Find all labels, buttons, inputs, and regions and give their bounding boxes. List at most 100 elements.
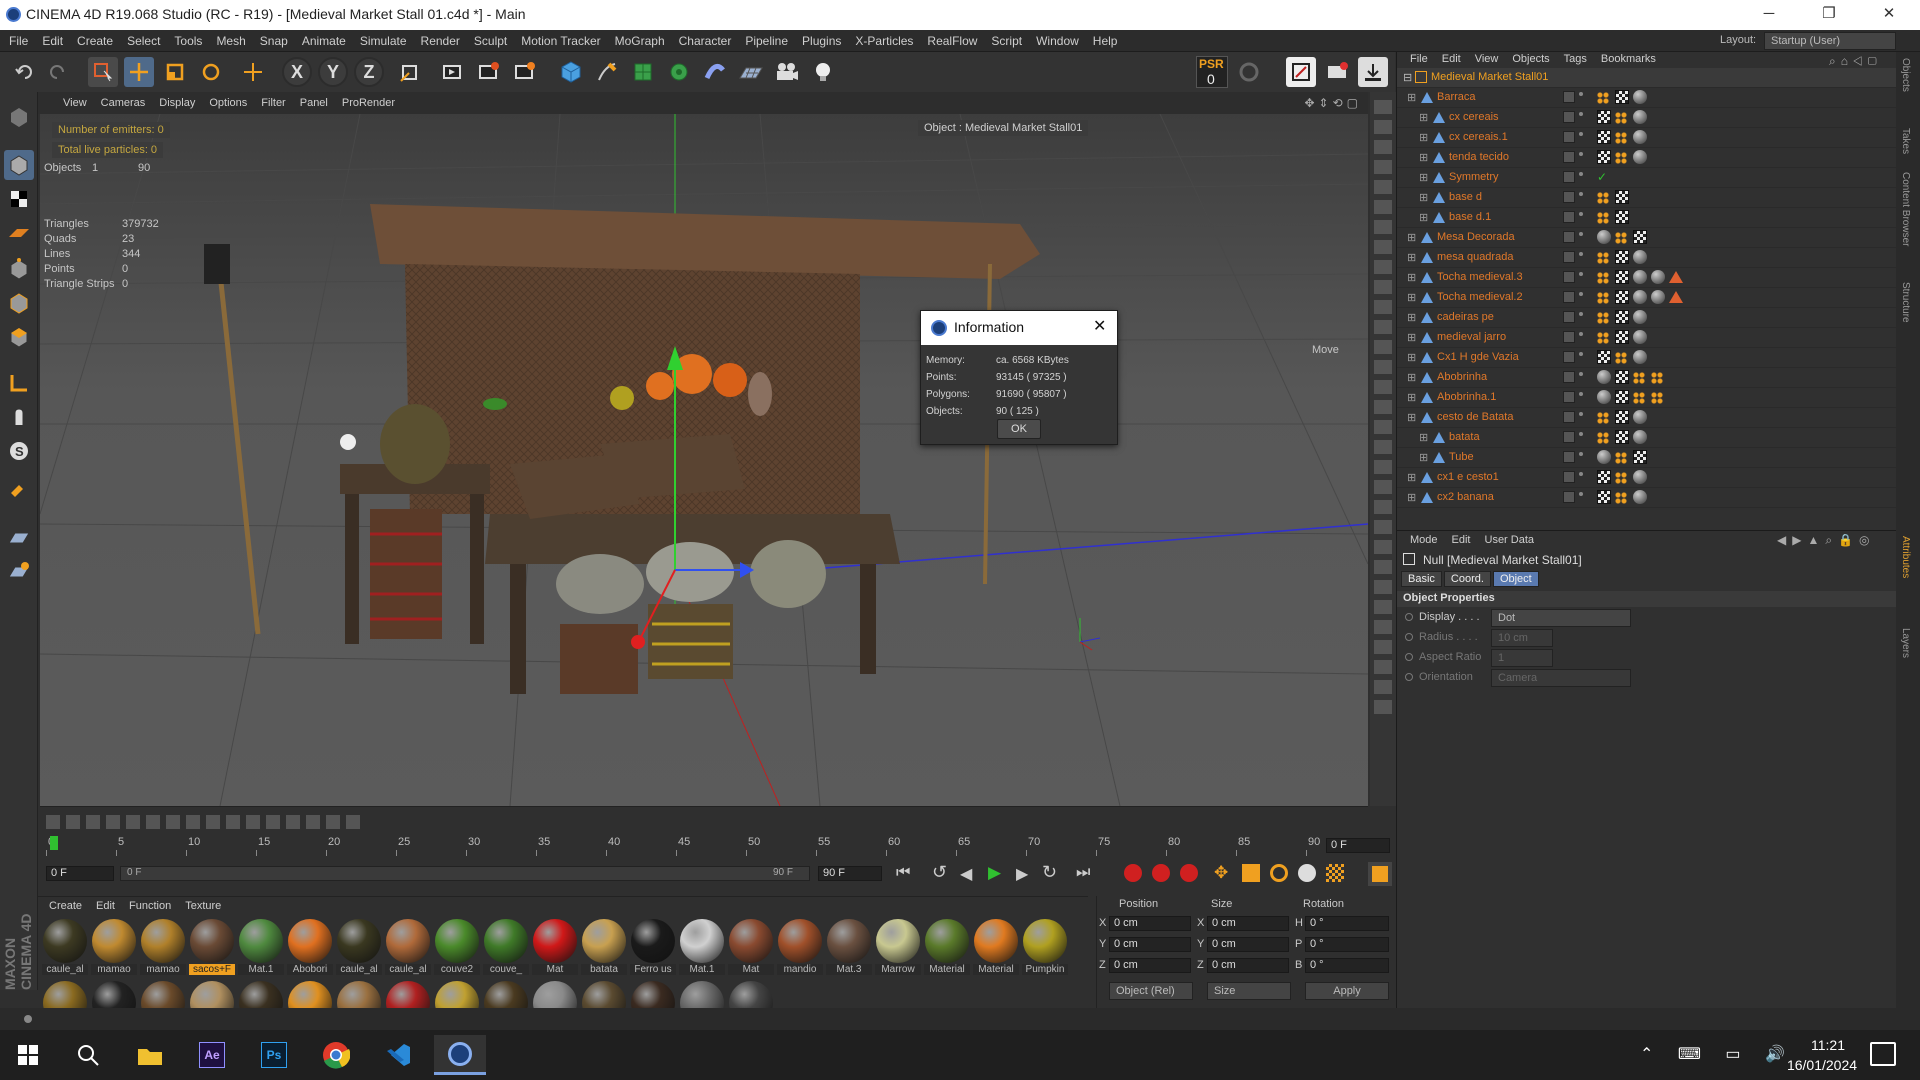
render-visibility-dot[interactable]: [1579, 132, 1583, 136]
layout-dropdown[interactable]: Startup (User): [1764, 32, 1896, 50]
render-visibility-dot[interactable]: [1579, 212, 1583, 216]
phong-tag-icon[interactable]: [1597, 192, 1609, 204]
menu-character[interactable]: Character: [672, 30, 739, 52]
phong-tag-icon[interactable]: [1597, 412, 1609, 424]
check-icon[interactable]: ✓: [1597, 170, 1607, 184]
object-row[interactable]: ⊞ mesa quadrada: [1397, 248, 1897, 268]
warning-tag-icon[interactable]: [1669, 291, 1683, 303]
object-row[interactable]: ⊞ tenda tecido: [1397, 148, 1897, 168]
edit-visibility-icon[interactable]: [1563, 371, 1575, 383]
object-row[interactable]: ⊞ Abobrinha.1: [1397, 388, 1897, 408]
texture-tag-icon[interactable]: [1615, 410, 1629, 424]
frame-ruler[interactable]: 051015202530354045505560657075808590: [46, 836, 1320, 856]
material-tag-icon[interactable]: [1633, 470, 1647, 484]
solo-icon[interactable]: S: [4, 436, 34, 466]
cloner-icon[interactable]: [664, 57, 694, 87]
material-swatch[interactable]: caule_al: [42, 919, 88, 975]
collapse-icon[interactable]: ⊟: [1403, 71, 1412, 84]
camera-icon[interactable]: [772, 57, 802, 87]
attr-tab-object[interactable]: Object: [1492, 571, 1539, 587]
edit-visibility-icon[interactable]: [1563, 251, 1575, 263]
viewport-menu-view[interactable]: View: [56, 92, 94, 114]
menu-select[interactable]: Select: [120, 30, 167, 52]
edit-visibility-icon[interactable]: [1563, 91, 1575, 103]
material-tag-icon[interactable]: [1633, 350, 1647, 364]
expand-icon[interactable]: ⊞: [1419, 191, 1428, 204]
render-visibility-dot[interactable]: [1579, 92, 1583, 96]
menu-animate[interactable]: Animate: [295, 30, 353, 52]
render-visibility-dot[interactable]: [1579, 112, 1583, 116]
menu-render[interactable]: Render: [414, 30, 467, 52]
scene-canvas[interactable]: [40, 114, 1368, 806]
material-swatch[interactable]: couve_: [483, 919, 529, 975]
expand-icon[interactable]: ⊞: [1407, 291, 1416, 304]
object-row[interactable]: ⊞ base d.1: [1397, 208, 1897, 228]
attr-menu-edit[interactable]: Edit: [1445, 533, 1478, 547]
texture-tag-icon[interactable]: [1615, 270, 1629, 284]
object-menu-bookmarks[interactable]: Bookmarks: [1594, 52, 1663, 66]
expand-icon[interactable]: ⊞: [1407, 391, 1416, 404]
edit-visibility-icon[interactable]: [1563, 191, 1575, 203]
render-visibility-dot[interactable]: [1579, 292, 1583, 296]
menu-plugins[interactable]: Plugins: [795, 30, 848, 52]
expand-icon[interactable]: ⊞: [1407, 251, 1416, 264]
material-swatch[interactable]: sacos+F: [189, 919, 235, 975]
object-row[interactable]: ⊞ base d: [1397, 188, 1897, 208]
expand-icon[interactable]: ⊞: [1419, 131, 1428, 144]
material-swatch[interactable]: Material: [924, 919, 970, 975]
menu-motion-tracker[interactable]: Motion Tracker: [514, 30, 607, 52]
close-button[interactable]: ✕: [1866, 0, 1912, 30]
material-ball-icon[interactable]: [582, 981, 626, 1009]
material-menu-create[interactable]: Create: [42, 897, 89, 915]
cube-primitive-icon[interactable]: [556, 57, 586, 87]
render-picture-icon[interactable]: [474, 57, 504, 87]
viewport-nav-icons[interactable]: ✥⇕⟲▢: [1304, 96, 1362, 110]
animate-dot[interactable]: [1405, 653, 1413, 661]
light-icon[interactable]: [808, 57, 838, 87]
object-row[interactable]: ⊞ Tocha medieval.2: [1397, 288, 1897, 308]
texture-mode-icon[interactable]: [4, 184, 34, 214]
expand-icon[interactable]: ⊞: [1419, 151, 1428, 164]
next-key-icon[interactable]: ↻: [1042, 862, 1057, 883]
material-ball-icon[interactable]: [43, 981, 87, 1009]
object-menu-file[interactable]: File: [1403, 52, 1435, 66]
menu-mograph[interactable]: MoGraph: [608, 30, 672, 52]
render-view-icon[interactable]: [438, 57, 468, 87]
render-visibility-dot[interactable]: [1579, 312, 1583, 316]
edit-visibility-icon[interactable]: [1563, 331, 1575, 343]
material-ball-icon[interactable]: [141, 981, 185, 1009]
render-visibility-dot[interactable]: [1579, 172, 1583, 176]
tweak-mode-icon[interactable]: [4, 402, 34, 432]
texture-tag-icon[interactable]: [1615, 370, 1629, 384]
texture-tag-icon[interactable]: [1615, 90, 1629, 104]
menu-window[interactable]: Window: [1029, 30, 1086, 52]
magnet-icon[interactable]: [4, 476, 34, 506]
material-tag-icon[interactable]: [1633, 250, 1647, 264]
menu-pipeline[interactable]: Pipeline: [738, 30, 795, 52]
material-tag-icon[interactable]: [1633, 410, 1647, 424]
phong-tag-icon[interactable]: [1615, 492, 1627, 504]
coord-mode-dropdown[interactable]: Object (Rel): [1109, 982, 1193, 1000]
phong-tag-icon[interactable]: [1597, 92, 1609, 104]
file-explorer-icon[interactable]: [124, 1035, 176, 1075]
material-swatch[interactable]: Pumpkin: [1022, 919, 1068, 975]
menu-x-particles[interactable]: X-Particles: [848, 30, 920, 52]
render-visibility-dot[interactable]: [1579, 492, 1583, 496]
material-tag-icon[interactable]: [1651, 270, 1665, 284]
material-tag-icon[interactable]: [1633, 490, 1647, 504]
model-mode-icon[interactable]: [4, 150, 34, 180]
attr-menu-mode[interactable]: Mode: [1403, 533, 1445, 547]
render-visibility-dot[interactable]: [1579, 152, 1583, 156]
material-swatch[interactable]: batata: [581, 919, 627, 975]
object-row[interactable]: ⊞ Abobrinha: [1397, 368, 1897, 388]
deformer-icon[interactable]: [700, 57, 730, 87]
material-swatch[interactable]: Ferro us: [630, 919, 676, 975]
object-row[interactable]: ⊞ Cx1 H gde Vazia: [1397, 348, 1897, 368]
texture-tag-icon[interactable]: [1615, 210, 1629, 224]
tab-content-browser[interactable]: Content Browser: [1900, 172, 1911, 246]
expand-icon[interactable]: ⊞: [1419, 451, 1428, 464]
tab-attributes[interactable]: Attributes: [1900, 536, 1911, 578]
material-ball-icon[interactable]: [631, 981, 675, 1009]
expand-icon[interactable]: ⊞: [1407, 491, 1416, 504]
expand-icon[interactable]: ⊞: [1407, 271, 1416, 284]
